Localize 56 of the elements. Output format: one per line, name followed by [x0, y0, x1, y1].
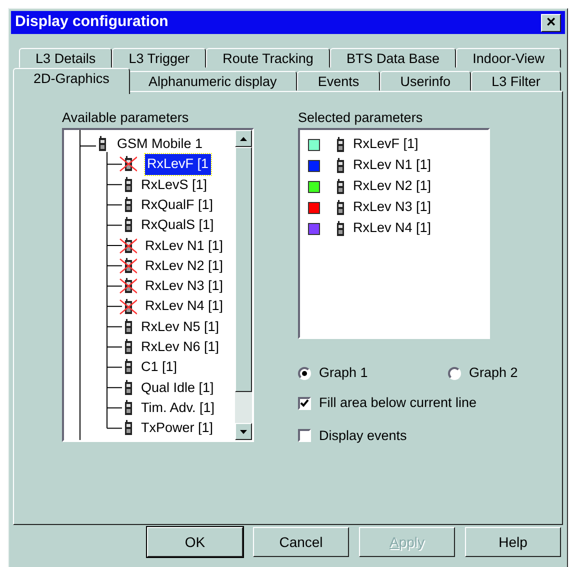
window-title: Display configuration: [15, 12, 168, 32]
dialog-button[interactable]: Help: [465, 527, 561, 557]
section-label: Selected parameters: [298, 109, 424, 127]
tab[interactable]: 2D-Graphics: [13, 68, 130, 94]
tree-item[interactable]: RxLev N4 [1]: [145, 296, 224, 317]
scroll-down-button[interactable]: [235, 423, 252, 440]
phone-icon: [336, 200, 345, 216]
tree-item[interactable]: C1 [1]: [141, 357, 178, 378]
phone-icon: [336, 220, 345, 236]
tree-item[interactable]: Qual Idle [1]: [141, 378, 214, 398]
tree-item[interactable]: Tim. Adv. [1]: [141, 398, 215, 418]
radio-label: Graph 1: [319, 364, 368, 382]
tab[interactable]: BTS Data Base: [330, 48, 456, 68]
checkbox-label: Display events: [319, 426, 407, 445]
list-item[interactable]: RxLev N3 [1]: [353, 197, 432, 218]
dialog-button[interactable]: Cancel: [253, 527, 349, 557]
tree-item[interactable]: RxLev N2 [1]: [145, 256, 224, 276]
section-label: Available parameters: [62, 109, 190, 127]
tree-item[interactable]: RxLev N6 [1]: [141, 336, 220, 358]
tree-item[interactable]: RxLev N3 [1]: [145, 276, 224, 296]
tab[interactable]: L3 Filter: [471, 71, 561, 91]
checkbox[interactable]: [298, 396, 311, 410]
down-arrow-icon: [240, 430, 247, 434]
scroll-thumb[interactable]: [235, 147, 252, 392]
radio-button[interactable]: [448, 366, 461, 380]
phone-icon: [336, 178, 345, 194]
tab[interactable]: Route Tracking: [206, 48, 330, 68]
tree-item[interactable]: RxLev N1 [1]: [145, 236, 224, 256]
close-button[interactable]: ×: [541, 14, 561, 32]
tab[interactable]: Alphanumeric display: [128, 71, 298, 91]
tab[interactable]: Userinfo: [380, 71, 472, 91]
list-item[interactable]: RxLev N4 [1]: [353, 218, 432, 239]
tree-item[interactable]: RxLevS [1]: [141, 174, 208, 195]
tab[interactable]: Indoor-View: [456, 48, 562, 68]
radio-label: Graph 2: [469, 364, 518, 382]
scrollbar[interactable]: [235, 130, 252, 440]
tree-item[interactable]: RxLev N5 [1]: [141, 316, 220, 337]
tree-item[interactable]: TxPower [1]: [141, 418, 214, 438]
checkbox[interactable]: [298, 429, 311, 442]
up-arrow-icon: [240, 136, 247, 140]
phone-icon: [336, 136, 345, 152]
list-item[interactable]: RxLev N1 [1]: [353, 155, 432, 176]
tree-item[interactable]: RxQualS [1]: [141, 215, 214, 236]
tree-item[interactable]: RxLevF [1: [145, 154, 211, 175]
tab[interactable]: Events: [297, 71, 380, 91]
tab[interactable]: L3 Details: [19, 48, 112, 68]
dialog-button[interactable]: OK: [147, 527, 243, 557]
tree-item[interactable]: RxQualF [1]: [141, 194, 214, 216]
list-item[interactable]: RxLev N2 [1]: [353, 176, 432, 197]
phone-icon: [336, 158, 345, 174]
radio-button[interactable]: [298, 366, 311, 380]
tab[interactable]: L3 Trigger: [112, 48, 206, 68]
list-item[interactable]: RxLevF [1]: [353, 134, 418, 155]
tree-item[interactable]: GSM Mobile 1: [117, 134, 203, 154]
scroll-up-button[interactable]: [235, 130, 252, 147]
checkbox-label: Fill area below current line: [319, 394, 477, 412]
